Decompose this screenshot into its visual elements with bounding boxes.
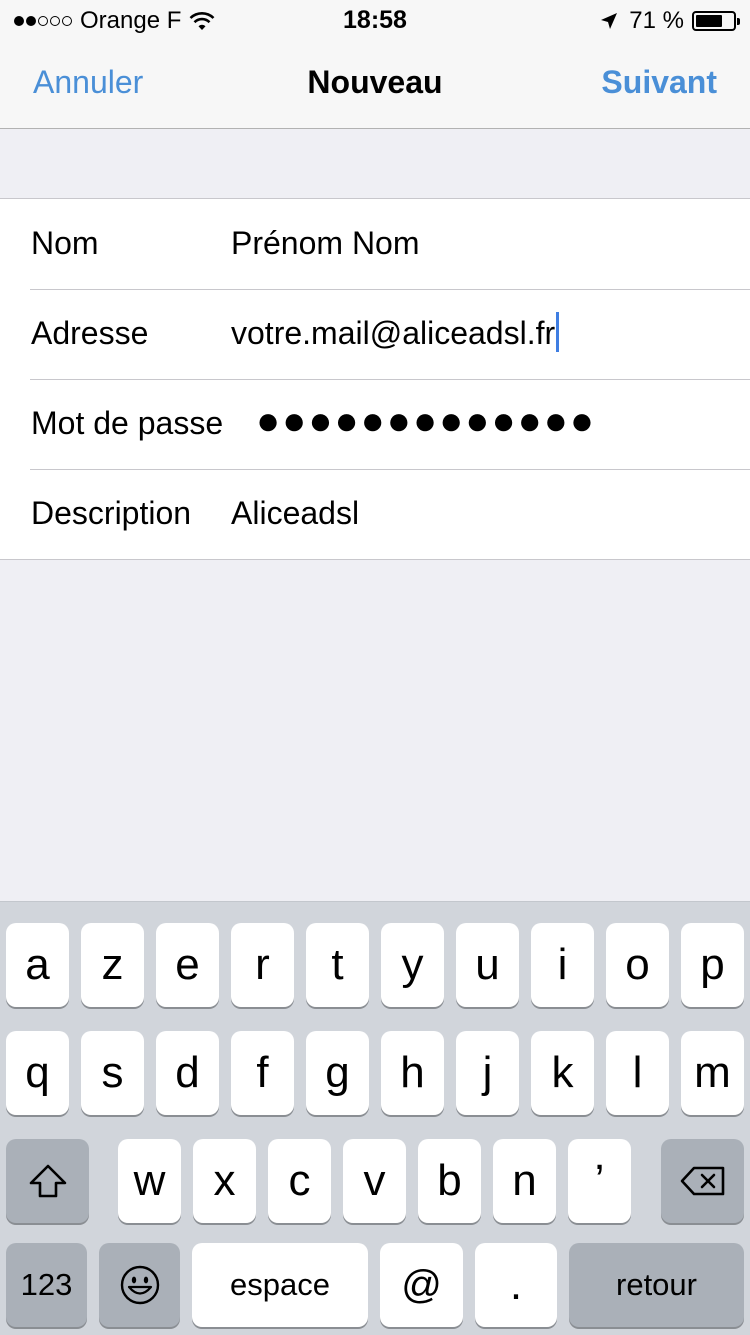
key-u[interactable]: u: [456, 923, 519, 1007]
dot-key[interactable]: .: [475, 1243, 557, 1327]
key-v[interactable]: v: [343, 1139, 406, 1223]
next-button[interactable]: Suivant: [601, 64, 717, 101]
key-h[interactable]: h: [381, 1031, 444, 1115]
address-row[interactable]: Adresse votre.mail@aliceadsl.fr: [0, 289, 750, 379]
password-field[interactable]: ●●●●●●●●●●●●●: [256, 399, 596, 444]
address-field[interactable]: votre.mail@aliceadsl.fr: [231, 311, 560, 356]
key-t[interactable]: t: [306, 923, 369, 1007]
key-r[interactable]: r: [231, 923, 294, 1007]
key-e[interactable]: e: [156, 923, 219, 1007]
key-z[interactable]: z: [81, 923, 144, 1007]
description-row[interactable]: Description Aliceadsl: [0, 469, 750, 559]
key-b[interactable]: b: [418, 1139, 481, 1223]
status-right: 71 %: [599, 7, 740, 35]
name-field[interactable]: Prénom Nom: [231, 225, 420, 262]
status-bar: Orange F 18:58 71 %: [0, 0, 750, 40]
key-n[interactable]: n: [493, 1139, 556, 1223]
key-x[interactable]: x: [193, 1139, 256, 1223]
address-label: Adresse: [31, 315, 149, 351]
keyboard: a z e r t y u i o p q s d f g h j k l m …: [0, 901, 750, 1335]
name-row[interactable]: Nom Prénom Nom: [0, 199, 750, 289]
return-key[interactable]: retour: [569, 1243, 744, 1327]
emoji-key[interactable]: [99, 1243, 180, 1327]
navigation-bar: Annuler Nouveau Suivant: [0, 40, 750, 129]
description-label: Description: [31, 495, 192, 531]
emoji-icon: [120, 1265, 159, 1305]
space-key[interactable]: espace: [192, 1243, 368, 1327]
battery-percent: 71 %: [629, 7, 684, 34]
key-p[interactable]: p: [681, 923, 744, 1007]
delete-key[interactable]: [661, 1139, 744, 1223]
key-j[interactable]: j: [456, 1031, 519, 1115]
shift-key[interactable]: [6, 1139, 89, 1223]
password-row[interactable]: Mot de passe ●●●●●●●●●●●●●: [0, 379, 750, 469]
location-arrow-icon: [601, 13, 618, 29]
key-g[interactable]: g: [306, 1031, 369, 1115]
at-key[interactable]: @: [380, 1243, 463, 1327]
key-y[interactable]: y: [381, 923, 444, 1007]
shift-icon: [29, 1164, 66, 1198]
key-q[interactable]: q: [6, 1031, 69, 1115]
key-k[interactable]: k: [531, 1031, 594, 1115]
key-s[interactable]: s: [81, 1031, 144, 1115]
name-label: Nom: [31, 225, 99, 261]
key-d[interactable]: d: [156, 1031, 219, 1115]
password-label: Mot de passe: [31, 405, 224, 441]
key-i[interactable]: i: [531, 923, 594, 1007]
key-f[interactable]: f: [231, 1031, 294, 1115]
address-value: votre.mail@aliceadsl.fr: [231, 315, 556, 351]
key-l[interactable]: l: [606, 1031, 669, 1115]
key-w[interactable]: w: [118, 1139, 181, 1223]
key-c[interactable]: c: [268, 1139, 331, 1223]
account-form: Nom Prénom Nom Adresse votre.mail@alicea…: [0, 198, 750, 560]
key-a[interactable]: a: [6, 923, 69, 1007]
key-o[interactable]: o: [606, 923, 669, 1007]
description-field[interactable]: Aliceadsl: [231, 495, 359, 532]
text-caret: [556, 311, 560, 352]
battery-icon: [692, 11, 740, 31]
backspace-icon: [680, 1166, 724, 1196]
key-apostrophe[interactable]: ’: [568, 1139, 631, 1223]
key-m[interactable]: m: [681, 1031, 744, 1115]
numbers-key[interactable]: 123: [6, 1243, 87, 1327]
